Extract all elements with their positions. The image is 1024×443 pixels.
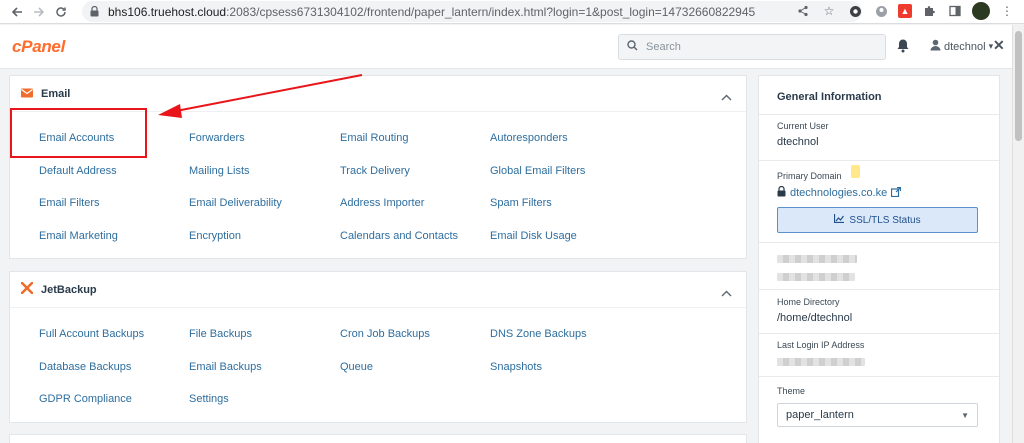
theme-select-value: paper_lantern <box>786 409 854 421</box>
username: dtechnol <box>944 40 986 53</box>
link-queue[interactable]: Queue <box>340 351 490 384</box>
theme-section: Theme paper_lantern ▼ <box>759 376 999 428</box>
link-file-backups[interactable]: File Backups <box>189 318 340 351</box>
home-directory-section: Home Directory /home/dtechnol <box>759 289 999 333</box>
address-bar[interactable]: bhs106.truehost.cloud:2083/cpsess6731304… <box>82 1 862 22</box>
pdf-extension-icon[interactable]: ▲ <box>898 4 912 18</box>
chevron-up-icon[interactable] <box>721 284 732 302</box>
link-spam-filters[interactable]: Spam Filters <box>490 187 640 220</box>
link-forwarders[interactable]: Forwarders <box>189 122 340 155</box>
email-panel: Email Email Accounts Forwarders Email Ro… <box>9 75 747 259</box>
last-login-ip-label: Last Login IP Address <box>777 340 865 350</box>
link-email-filters[interactable]: Email Filters <box>39 187 189 220</box>
panel-title: Email <box>41 87 71 100</box>
redacted-text <box>777 255 857 263</box>
puzzle-icon[interactable] <box>920 2 938 20</box>
scrollbar[interactable] <box>1012 25 1024 443</box>
share-icon[interactable] <box>794 2 812 20</box>
url-host: bhs106.truehost.cloud <box>108 4 227 19</box>
theme-select[interactable]: paper_lantern ▼ <box>777 403 978 427</box>
general-information-title: General Information <box>777 91 882 103</box>
extension-icon[interactable] <box>846 2 864 20</box>
jetbackup-icon <box>20 281 34 299</box>
email-panel-header[interactable]: Email <box>10 76 746 112</box>
back-icon[interactable] <box>6 1 28 23</box>
primary-domain-link[interactable]: dtechnologies.co.ke <box>777 185 981 200</box>
primary-domain-section: Primary Domain dtechnologies.co.ke SSL/T… <box>759 160 999 242</box>
envelope-icon <box>21 85 33 103</box>
url-path: :2083/cpsess6731304102/frontend/paper_la… <box>226 4 756 19</box>
profile-icon[interactable] <box>972 2 990 20</box>
link-snapshots[interactable]: Snapshots <box>490 351 640 384</box>
redacted-section <box>759 242 999 289</box>
link-default-address[interactable]: Default Address <box>39 155 189 188</box>
search-icon <box>627 38 646 56</box>
star-icon[interactable]: ☆ <box>820 2 838 20</box>
jetbackup-panel: JetBackup Full Account Backups File Back… <box>9 271 747 423</box>
link-mailing-lists[interactable]: Mailing Lists <box>189 155 340 188</box>
home-directory-value: /home/dtechnol <box>777 312 853 324</box>
home-directory-label: Home Directory <box>777 297 840 307</box>
chart-icon <box>834 214 845 226</box>
caret-down-icon: ▼ <box>961 410 969 420</box>
link-calendars-and-contacts[interactable]: Calendars and Contacts <box>340 220 490 253</box>
link-autoresponders[interactable]: Autoresponders <box>490 122 640 155</box>
scroll-thumb[interactable] <box>1015 31 1022 141</box>
link-gdpr-compliance[interactable]: GDPR Compliance <box>39 383 189 416</box>
link-database-backups[interactable]: Database Backups <box>39 351 189 384</box>
search-input[interactable] <box>646 41 866 53</box>
browser-toolbar: bhs106.truehost.cloud:2083/cpsess6731304… <box>0 0 1024 24</box>
link-global-email-filters[interactable]: Global Email Filters <box>490 155 640 188</box>
jetbackup-panel-header[interactable]: JetBackup <box>10 272 746 308</box>
ssl-tls-status-button[interactable]: SSL/TLS Status <box>777 207 978 233</box>
link-email-routing[interactable]: Email Routing <box>340 122 490 155</box>
link-cron-job-backups[interactable]: Cron Job Backups <box>340 318 490 351</box>
cursor-highlight <box>851 165 860 178</box>
profile-extension-icon[interactable] <box>872 2 890 20</box>
current-user-section: Current User dtechnol <box>759 114 999 160</box>
jetbackup-links: Full Account Backups File Backups Cron J… <box>10 308 746 416</box>
link-settings[interactable]: Settings <box>189 383 340 416</box>
link-track-delivery[interactable]: Track Delivery <box>340 155 490 188</box>
menu-icon[interactable]: ⋮ <box>998 2 1016 20</box>
primary-domain-value: dtechnologies.co.ke <box>790 187 888 199</box>
external-link-icon <box>891 186 902 200</box>
ssl-tls-status-label: SSL/TLS Status <box>849 214 921 226</box>
link-email-deliverability[interactable]: Email Deliverability <box>189 187 340 220</box>
link-dns-zone-backups[interactable]: DNS Zone Backups <box>490 318 640 351</box>
close-icon[interactable]: ✕ <box>993 37 1005 54</box>
current-user-value: dtechnol <box>777 136 819 148</box>
cpanel-header: cPanel dtechnol ▾ ✕ <box>0 25 1012 69</box>
general-information-panel: General Information Current User dtechno… <box>758 75 1000 443</box>
primary-domain-label: Primary Domain <box>777 171 842 181</box>
cpanel-logo[interactable]: cPanel <box>12 37 65 57</box>
link-address-importer[interactable]: Address Importer <box>340 187 490 220</box>
redacted-text <box>777 273 855 281</box>
forward-icon[interactable] <box>28 1 50 23</box>
chevron-up-icon[interactable] <box>721 88 732 106</box>
current-user-label: Current User <box>777 121 829 131</box>
lock-icon <box>777 185 786 200</box>
reload-icon[interactable] <box>50 1 72 23</box>
search-box[interactable] <box>618 34 886 60</box>
annotation-highlight-box <box>10 108 147 158</box>
user-menu[interactable]: dtechnol ▾ <box>930 39 993 54</box>
link-email-marketing[interactable]: Email Marketing <box>39 220 189 253</box>
link-email-disk-usage[interactable]: Email Disk Usage <box>490 220 640 253</box>
theme-label: Theme <box>777 386 806 396</box>
panel-title: JetBackup <box>41 283 97 296</box>
lock-icon <box>90 6 100 18</box>
sidebar-icon[interactable] <box>946 2 964 20</box>
redacted-ip <box>777 358 865 366</box>
next-panel <box>9 434 747 443</box>
link-full-account-backups[interactable]: Full Account Backups <box>39 318 189 351</box>
user-icon <box>930 39 941 54</box>
link-email-backups[interactable]: Email Backups <box>189 351 340 384</box>
last-login-ip-section: Last Login IP Address <box>759 333 999 376</box>
bell-icon[interactable] <box>896 38 912 54</box>
link-encryption[interactable]: Encryption <box>189 220 340 253</box>
